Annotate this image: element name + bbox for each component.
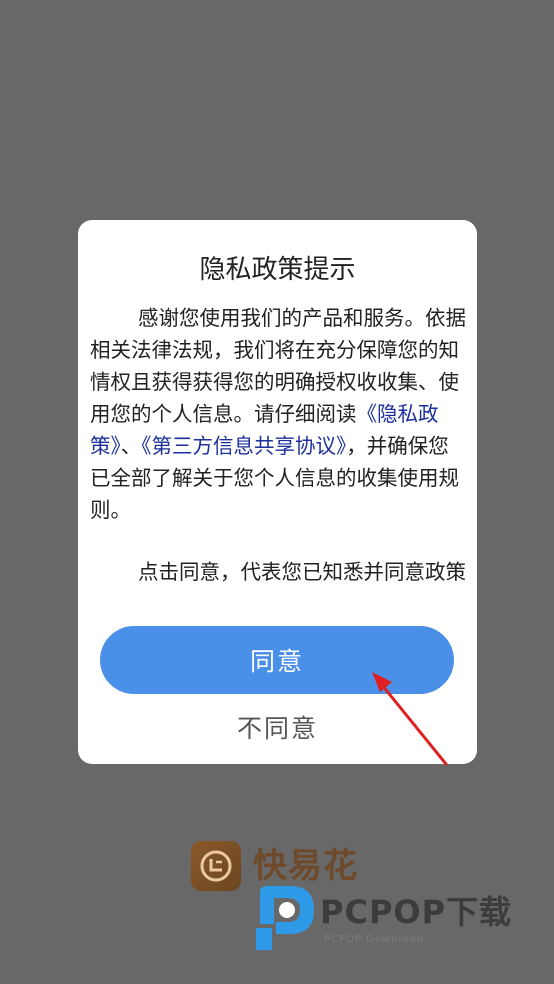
dialog-title: 隐私政策提示 [199, 255, 356, 285]
third-party-agreement-link[interactable]: 《第三方信息共享协议》 [141, 434, 346, 458]
watermark-logo-icon [256, 886, 314, 950]
consent-paragraph: 点击同意，代表您已知悉并同意政策的全部内容 [138, 560, 466, 584]
watermark-text: PCPOP下载 [320, 893, 513, 931]
watermark-subtext: PCPOP Download [324, 934, 424, 945]
link-separator: 、 [120, 434, 142, 458]
dialog-body-scroll[interactable]: 感谢您使用我们的产品和服务。依据相关法律法规，我们将在充分保障您的知情权且获得获… [90, 302, 468, 592]
app-logo-icon [191, 841, 241, 891]
watermark: PCPOP下载 PCPOP Download [254, 884, 544, 956]
annotation-arrow-icon [372, 672, 448, 766]
app-name: 快易花 [253, 846, 358, 886]
privacy-paragraph: 感谢您使用我们的产品和服务。依据相关法律法规，我们将在充分保障您的知情权且获得获… [90, 302, 468, 526]
